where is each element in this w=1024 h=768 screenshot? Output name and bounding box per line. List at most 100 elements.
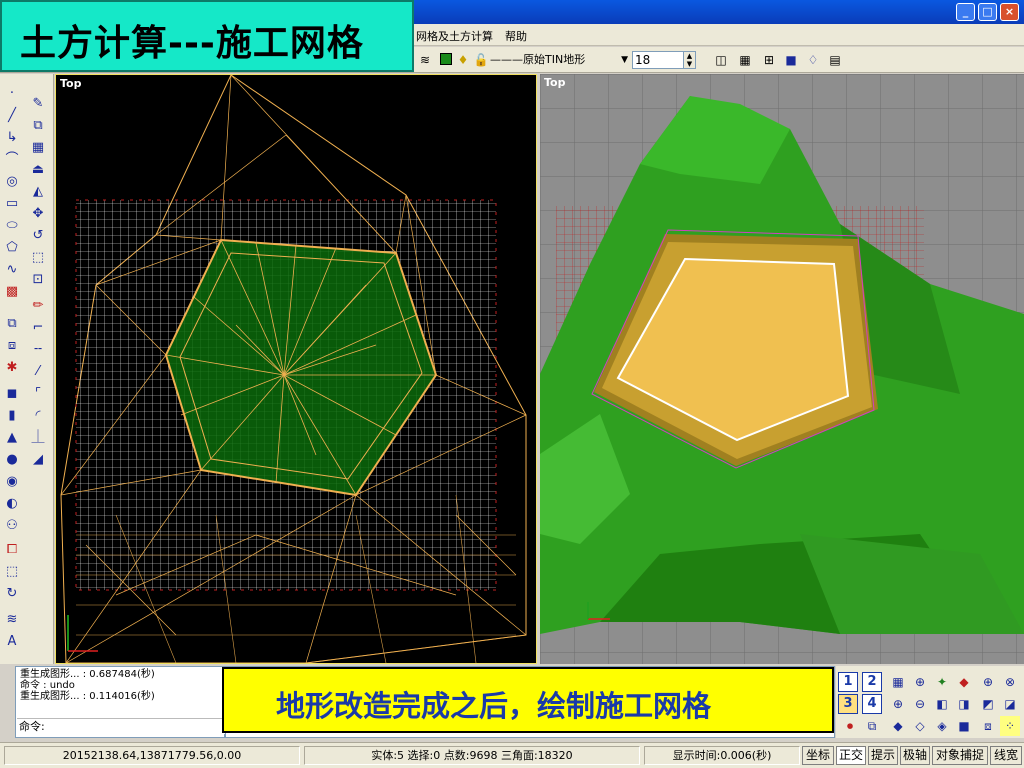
hatch-icon[interactable]: ▩ (2, 282, 22, 302)
status-bar: 20152138.64,13871779.56,0.00 实体:5 选择:0 点… (0, 742, 1024, 768)
viewport-label: Top (544, 76, 566, 89)
chamfer-icon[interactable]: ⌜ (28, 384, 48, 404)
lock-icon[interactable]: 🔓 (472, 51, 490, 69)
viewport-tab-2[interactable]: 2 (862, 672, 882, 692)
point-icon[interactable]: · (2, 84, 22, 104)
maximize-button[interactable]: □ (978, 3, 997, 21)
line-icon[interactable]: ╱ (2, 106, 22, 126)
zoom-in-icon[interactable]: ⊕ (978, 672, 998, 692)
draw-toolbar: · ╱ ↳ ⌒ ◎ ▭ ⬭ ⬠ ∿ ▩ ⧉ ⧈ ✱ ◼ ▮ ▲ ● ◉ ◐ ⚇ … (0, 74, 54, 664)
window-icon[interactable]: ⧉ (862, 716, 882, 736)
minimize-button[interactable]: _ (956, 3, 975, 21)
view-top-icon[interactable]: ◧ (932, 694, 952, 714)
fillet-icon[interactable]: ◜ (28, 406, 48, 426)
torus-icon[interactable]: ◉ (2, 472, 22, 492)
block-icon[interactable]: ⧉ (2, 314, 22, 334)
spinner-icon[interactable]: ▲ ▼ (683, 52, 695, 68)
stretch-icon[interactable]: ⊡ (28, 270, 48, 290)
layer-match-icon[interactable]: ⊞ (760, 51, 778, 69)
rectangle-icon[interactable]: ▭ (2, 194, 22, 214)
erase-icon[interactable]: ✎ (28, 94, 48, 114)
break-icon[interactable]: ╌ (28, 340, 48, 360)
toggle-coords[interactable]: 坐标 (802, 746, 834, 765)
viewport-top-wireframe[interactable]: Top (55, 74, 537, 664)
circle-icon[interactable]: ◎ (2, 172, 22, 192)
eraser-icon[interactable]: ◆ (954, 672, 974, 692)
cone-icon[interactable]: ▲ (2, 428, 22, 448)
app-window: _ □ × 网格及土方计算 帮助 ≋ ♦ 🔓 ———原始TIN地形 ▼ 18 ▲… (0, 0, 1024, 768)
copy-object-icon[interactable]: ⧉ (28, 116, 48, 136)
trim-icon[interactable]: ⌐ (28, 318, 48, 338)
mirror-icon[interactable]: ◭ (28, 182, 48, 202)
menu-help[interactable]: 帮助 (505, 28, 527, 44)
dimension-icon[interactable]: ◢ (28, 450, 48, 470)
lock-layer-icon[interactable]: ■ (782, 51, 800, 69)
shade-icon[interactable]: ◆ (888, 716, 908, 736)
hide-icon[interactable]: ◇ (910, 716, 930, 736)
view-side-icon[interactable]: ◩ (978, 694, 998, 714)
close-button[interactable]: × (1000, 3, 1019, 21)
layer-tools-icon[interactable]: ▤ (826, 51, 844, 69)
toggle-lineweight[interactable]: 线宽 (990, 746, 1022, 765)
coordinate-readout: 20152138.64,13871779.56,0.00 (4, 746, 300, 765)
layer-prev-icon[interactable]: ◫ (712, 51, 730, 69)
lineweight-input[interactable]: 18 ▲ ▼ (632, 51, 696, 69)
wedge-icon[interactable]: ◐ (2, 494, 22, 514)
toggle-osnap[interactable]: 对象捕捉 (932, 746, 988, 765)
zoom-realtime-icon[interactable]: ⊕ (910, 672, 930, 692)
viewport-tab-4[interactable]: 4 (862, 694, 882, 714)
scale-icon[interactable]: ⬚ (28, 248, 48, 268)
layers-icon[interactable]: ≋ (2, 610, 22, 630)
zoom-out-icon[interactable]: ⊖ (910, 694, 930, 714)
pan-icon[interactable]: ▦ (888, 672, 908, 692)
menu-grid-earthwork[interactable]: 网格及土方计算 (416, 28, 493, 44)
bulb-off-icon[interactable]: ♢ (804, 51, 822, 69)
text-icon[interactable]: A (2, 632, 22, 652)
explode-icon[interactable]: ✱ (2, 358, 22, 378)
viewport-tab-3[interactable]: 3 (838, 694, 858, 714)
polyline-icon[interactable]: ↳ (2, 128, 22, 148)
array-icon[interactable]: ▦ (28, 138, 48, 158)
display-time: 显示时间:0.006(秒) (644, 746, 800, 765)
record-icon[interactable]: ⏺ (840, 716, 860, 736)
copy-icon[interactable]: ⧠ (2, 540, 22, 560)
revolve-icon[interactable]: ↻ (2, 584, 22, 604)
polygon-icon[interactable]: ⬠ (2, 238, 22, 258)
viewport-top-shaded[interactable]: Top (540, 74, 1024, 664)
wireframe-drawing (60, 75, 527, 663)
sphere-icon[interactable]: ● (2, 450, 22, 470)
snap-settings-icon[interactable]: ⧈ (978, 716, 998, 736)
toggle-ortho[interactable]: 正交 (836, 746, 866, 765)
viewport-tab-1[interactable]: 1 (838, 672, 858, 692)
spline-icon[interactable]: ∿ (2, 260, 22, 280)
zoom-window-icon[interactable]: ⊕ (888, 694, 908, 714)
render-icon[interactable]: ◈ (932, 716, 952, 736)
grid-dots-icon[interactable]: ⁘ (1000, 716, 1020, 736)
box-icon[interactable]: ◼ (2, 384, 22, 404)
toggle-hint[interactable]: 提示 (868, 746, 898, 765)
measure-icon[interactable]: ⏊ (28, 428, 48, 448)
zoom-extents-icon[interactable]: ⊗ (1000, 672, 1020, 692)
edit-icon[interactable]: ✏ (28, 296, 48, 316)
bulb-icon[interactable]: ♦ (454, 51, 472, 69)
arc-icon[interactable]: ⌒ (2, 150, 22, 170)
layer-dropdown[interactable]: ———原始TIN地形 ▼ (490, 51, 630, 69)
toggle-polar[interactable]: 极轴 (900, 746, 930, 765)
rotate-icon[interactable]: ↺ (28, 226, 48, 246)
insert-icon[interactable]: ⧈ (2, 336, 22, 356)
view-iso-icon[interactable]: ◪ (1000, 694, 1020, 714)
extrude-icon[interactable]: ⬚ (2, 562, 22, 582)
command-input[interactable]: 命令: (17, 718, 225, 734)
orbit-icon[interactable]: ✦ (932, 672, 952, 692)
cylinder-icon[interactable]: ▮ (2, 406, 22, 426)
layer-name: ———原始TIN地形 (490, 53, 586, 66)
layer-manager-icon[interactable]: ▦ (736, 51, 754, 69)
extend-icon[interactable]: ⁄ (28, 362, 48, 382)
lock-view-icon[interactable]: ■ (954, 716, 974, 736)
offset-icon[interactable]: ⏏ (28, 160, 48, 180)
layer-stack-icon[interactable]: ≋ (416, 51, 434, 69)
ellipse-icon[interactable]: ⬭ (2, 216, 22, 236)
move-icon[interactable]: ✥ (28, 204, 48, 224)
view3d-icon[interactable]: ⚇ (2, 516, 22, 536)
view-front-icon[interactable]: ◨ (954, 694, 974, 714)
